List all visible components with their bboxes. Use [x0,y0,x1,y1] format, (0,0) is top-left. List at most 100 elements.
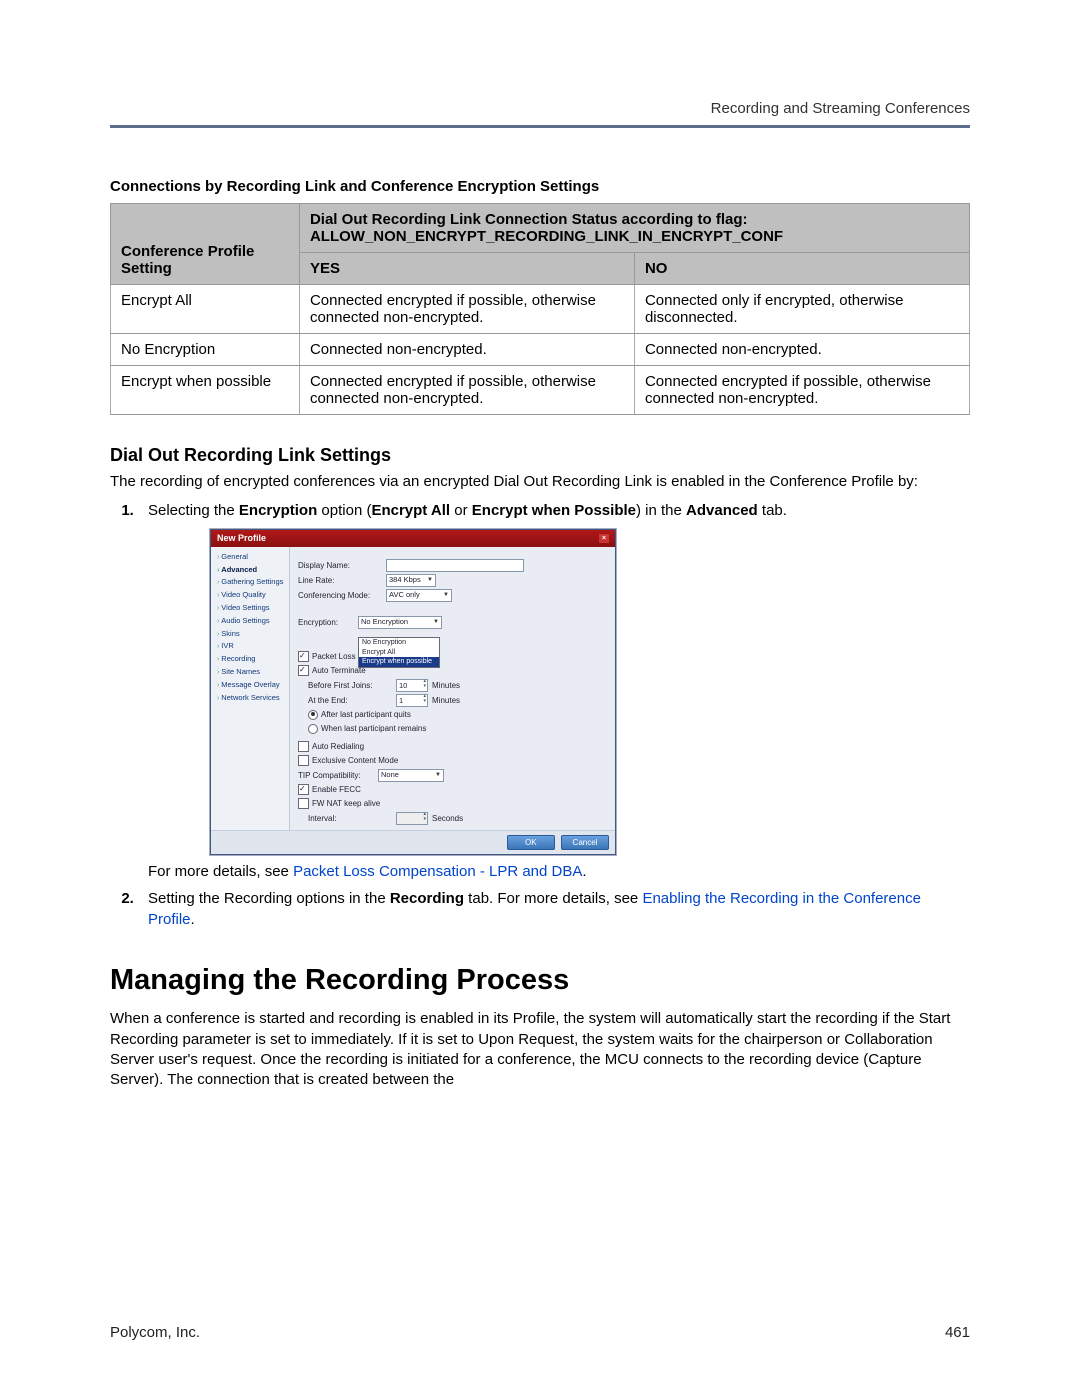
nav-item-advanced[interactable]: Advanced [211,564,289,577]
footer-left: Polycom, Inc. [110,1324,200,1341]
auto-redial-checkbox[interactable] [298,741,309,752]
th-span: Dial Out Recording Link Connection Statu… [299,204,969,253]
link-plc[interactable]: Packet Loss Compensation - LPR and DBA [293,863,582,880]
footer-page-number: 461 [945,1324,970,1341]
text: . [191,911,195,928]
th-yes: YES [299,253,634,285]
document-page: Recording and Streaming Conferences Conn… [0,0,1080,1397]
interval-spinner[interactable] [396,812,428,825]
dialog-title: New Profile [217,532,266,545]
display-name-input[interactable] [386,559,524,572]
text: tab. For more details, see [464,890,642,907]
cell: Encrypt when possible [111,366,300,415]
label-conf-mode: Conferencing Mode: [298,590,386,601]
auto-terminate-checkbox[interactable] [298,665,309,676]
label-line-rate: Line Rate: [298,575,386,586]
exclusive-checkbox[interactable] [298,755,309,766]
cell: Connected non-encrypted. [299,334,634,366]
steps-list: Selecting the Encryption option (Encrypt… [110,500,970,930]
text: . [582,863,586,880]
text: tab. [758,502,787,519]
subheading: Dial Out Recording Link Settings [110,445,970,466]
nav-item[interactable]: Audio Settings [211,615,289,628]
plc-checkbox[interactable] [298,651,309,662]
more-details-1: For more details, see Packet Loss Compen… [148,861,970,882]
at-end-spinner[interactable]: 1 [396,694,428,707]
label-before-join: Before First Joins: [308,680,396,691]
chevron-down-icon: ▼ [443,591,449,599]
step-1: Selecting the Encryption option (Encrypt… [138,500,970,882]
label-auto-redial: Auto Redialing [312,741,364,752]
nav-item[interactable]: IVR [211,640,289,653]
text: For more details, see [148,863,293,880]
cell: Connected encrypted if possible, otherwi… [299,285,634,334]
chevron-down-icon: ▼ [435,771,441,779]
table-title: Connections by Recording Link and Confer… [110,178,970,195]
table-row: Encrypt when possible Connected encrypte… [111,366,970,415]
dialog-button-bar: OK Cancel [211,830,615,854]
paragraph: The recording of encrypted conferences v… [110,472,970,492]
nav-item[interactable]: Network Services [211,692,289,705]
table-row: Encrypt All Connected encrypted if possi… [111,285,970,334]
text-bold: Encryption [239,502,317,519]
chevron-down-icon: ▼ [433,618,439,626]
nav-item[interactable]: Site Names [211,666,289,679]
page-footer: Polycom, Inc. 461 [110,1324,970,1341]
dropdown-option[interactable]: No Encryption [359,638,439,648]
label-fecc: Enable FECC [312,784,361,795]
encryption-dropdown-open[interactable]: No Encryption Encrypt All Encrypt when p… [358,637,440,668]
when-last-radio[interactable] [308,724,318,734]
label-when-last: When last participant remains [321,723,426,734]
text: Selecting the [148,502,239,519]
text-bold: Encrypt All [371,502,450,519]
nav-item[interactable]: Video Quality [211,589,289,602]
nav-item[interactable]: General [211,551,289,564]
dropdown-option[interactable]: Encrypt when possible [359,657,439,667]
label-encryption: Encryption: [298,617,358,628]
dropdown-option[interactable]: Encrypt All [359,648,439,658]
chevron-down-icon: ▼ [427,576,433,584]
encryption-table: Conference Profile Setting Dial Out Reco… [110,203,970,415]
text-bold: Encrypt when Possible [472,502,636,519]
text-bold: Recording [390,890,464,907]
ok-button[interactable]: OK [507,835,555,850]
nat-checkbox[interactable] [298,798,309,809]
encryption-select[interactable]: No Encryption▼ [358,616,442,629]
nav-item[interactable]: Video Settings [211,602,289,615]
new-profile-dialog: New Profile × General Advanced Gathering… [210,529,616,855]
tip-select[interactable]: None▼ [378,769,444,782]
label-interval: Interval: [308,813,396,824]
cancel-button[interactable]: Cancel [561,835,609,850]
label-after-last: After last participant quits [321,709,411,720]
label-display-name: Display Name: [298,560,386,571]
fecc-checkbox[interactable] [298,784,309,795]
line-rate-select[interactable]: 384 Kbps▼ [386,574,436,587]
nav-item[interactable]: Recording [211,653,289,666]
close-icon[interactable]: × [599,534,609,543]
label-exclusive: Exclusive Content Mode [312,755,398,766]
cell: Connected encrypted if possible, otherwi… [634,366,969,415]
conf-mode-select[interactable]: AVC only▼ [386,589,452,602]
label-minutes: Minutes [432,695,460,706]
nav-item[interactable]: Message Overlay [211,679,289,692]
header-rule [110,125,970,128]
label-minutes: Minutes [432,680,460,691]
nav-item[interactable]: Skins [211,628,289,641]
section-heading: Managing the Recording Process [110,964,970,997]
dialog-titlebar: New Profile × [211,530,615,547]
cell: Connected only if encrypted, otherwise d… [634,285,969,334]
text: option ( [317,502,371,519]
dialog-nav: General Advanced Gathering Settings Vide… [211,547,290,830]
after-last-radio[interactable] [308,710,318,720]
label-tip: TIP Compatibility: [298,770,378,781]
th-profile-setting: Conference Profile Setting [111,204,300,285]
cell: No Encryption [111,334,300,366]
text: Setting the Recording options in the [148,890,390,907]
th-no: NO [634,253,969,285]
text-bold: Advanced [686,502,758,519]
paragraph: When a conference is started and recordi… [110,1009,970,1090]
step-2: Setting the Recording options in the Rec… [138,888,970,930]
before-join-spinner[interactable]: 10 [396,679,428,692]
nav-item[interactable]: Gathering Settings [211,576,289,589]
cell: Connected encrypted if possible, otherwi… [299,366,634,415]
